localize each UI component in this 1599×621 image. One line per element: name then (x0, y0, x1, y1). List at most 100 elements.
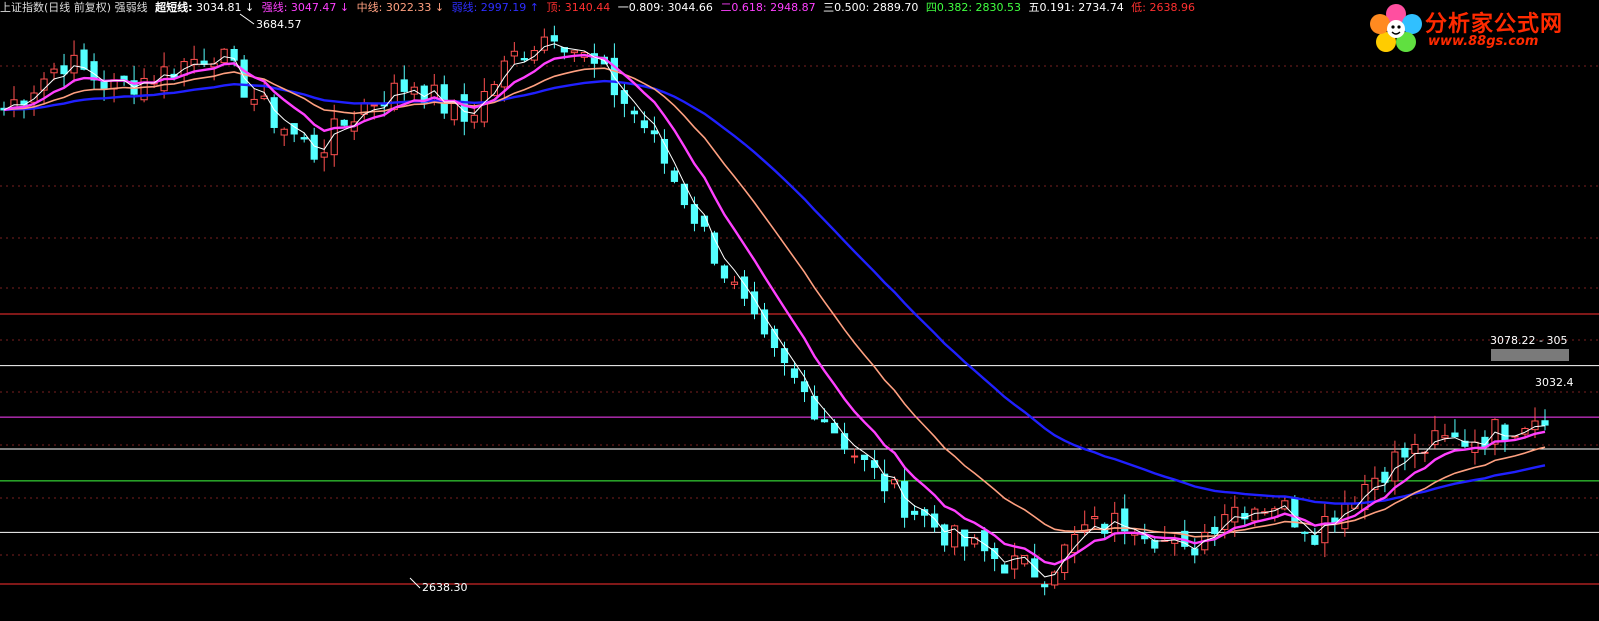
candle-body (1301, 531, 1309, 534)
candle-body (510, 50, 518, 57)
candle-body (1141, 535, 1149, 540)
candle-body (370, 104, 378, 107)
flower-logo-icon (1370, 4, 1422, 52)
candle-body (860, 454, 869, 460)
candle-body (690, 204, 699, 224)
fib5-value: 2734.74 (1078, 1, 1124, 14)
candle-body (70, 54, 78, 74)
candle-body (280, 128, 288, 136)
candle-body (1231, 506, 1239, 523)
super-label: 超短线: (155, 1, 193, 14)
top-label: 顶: (546, 1, 562, 14)
right-value-label: 3032.4 (1535, 376, 1574, 389)
dotted-gridlines (0, 65, 1599, 556)
candle-body (630, 110, 639, 115)
candle-body (1501, 424, 1509, 441)
fib1-label: 一0.809: (617, 1, 664, 14)
candle-body (50, 68, 58, 74)
candle-body (710, 232, 719, 264)
candle-body (1321, 516, 1329, 544)
candle-body (1541, 420, 1549, 426)
cursor-label: 3078.22 - 305 (1490, 334, 1567, 347)
candle-body (1011, 555, 1019, 570)
candle-body (530, 50, 538, 61)
candle-body (570, 50, 578, 54)
candle-body (910, 510, 919, 515)
candle-body (100, 81, 108, 90)
candle-body (1211, 526, 1219, 534)
candle-body (20, 100, 28, 106)
mid-value: 3022.33 (385, 1, 432, 14)
candle-body (640, 120, 649, 129)
ma-lines (3, 43, 1546, 578)
candle-body (1091, 516, 1099, 520)
candle-body (730, 281, 739, 285)
mid-label: 中线: (356, 1, 383, 14)
candle-body (931, 513, 939, 528)
fib1-value: 3044.66 (667, 1, 713, 14)
strong-line (3, 53, 1546, 566)
candle-body (520, 58, 528, 61)
strong-value: 3047.47 (290, 1, 337, 14)
fib5-label: 五0.191: (1028, 1, 1075, 14)
candle-body (1191, 548, 1199, 556)
super-value: 3034.81 (195, 1, 242, 14)
candle-body (550, 35, 558, 42)
super-line (3, 43, 1546, 578)
low-pointer (409, 577, 421, 589)
candle-body (1041, 584, 1049, 588)
low-label: 2638.30 (422, 581, 468, 594)
fib4-value: 2830.53 (975, 1, 1022, 14)
candle-body (1251, 508, 1259, 522)
mid-arrow: ↓ (434, 1, 445, 14)
cursor-box (1491, 349, 1569, 361)
candle-body (1451, 432, 1459, 438)
watermark-url: www.88gs.com (1428, 34, 1539, 49)
candle-body (1151, 540, 1159, 549)
candle-body (1441, 435, 1449, 439)
fib3-value: 2889.70 (872, 1, 919, 14)
candle-body (820, 419, 829, 423)
legend-bar: 上证指数(日线 前复权) 强弱线 超短线: 3034.81 ↓ 强线: 3047… (0, 0, 1195, 16)
candle-body (670, 170, 679, 182)
candle-body (340, 119, 348, 126)
candle-body (480, 91, 488, 123)
candle-body (460, 94, 468, 122)
candle-body (30, 92, 38, 103)
fib2-value: 2948.87 (770, 1, 816, 14)
mid-line (3, 67, 1546, 538)
candle-body (60, 65, 68, 75)
candle-body (390, 82, 398, 111)
candle-body (961, 529, 969, 547)
chart-title: 上证指数(日线 前复权) 强弱线 (0, 1, 148, 14)
candle-body (880, 473, 889, 492)
candle-body (470, 114, 478, 123)
candle-body (650, 130, 659, 135)
weak-label: 弱线: (451, 1, 478, 14)
candle-body (850, 455, 859, 458)
candle-body (941, 524, 949, 546)
candle-body (1391, 451, 1399, 482)
candle-body (240, 59, 248, 98)
fibonacci-levels (0, 313, 1599, 585)
candle-body (300, 137, 308, 140)
fib3-label: 三0.500: (823, 1, 870, 14)
candle-body (1031, 558, 1039, 578)
candle-body (790, 368, 799, 378)
low-label: 低: (1131, 1, 1146, 14)
top-value: 3140.44 (564, 1, 611, 14)
candle-body (320, 152, 328, 158)
candle-body (1411, 443, 1419, 454)
candle-body (1311, 535, 1319, 545)
fib2-label: 二0.618: (720, 1, 767, 14)
high-label: 3684.57 (256, 18, 302, 31)
weak-arrow: ↑ (529, 1, 540, 14)
candle-body (220, 48, 228, 64)
candle-body (80, 49, 88, 70)
candlestick-chart: 3684.57 2638.30 3078.22 - 305 3032.4 (0, 13, 1599, 596)
strong-label: 强线: (261, 1, 288, 14)
weak-value: 2997.19 (480, 1, 527, 14)
super-arrow: ↓ (244, 1, 255, 14)
candle-body (1401, 447, 1409, 458)
watermark-logo: 分析家公式网 www.88gs.com (1368, 2, 1568, 52)
